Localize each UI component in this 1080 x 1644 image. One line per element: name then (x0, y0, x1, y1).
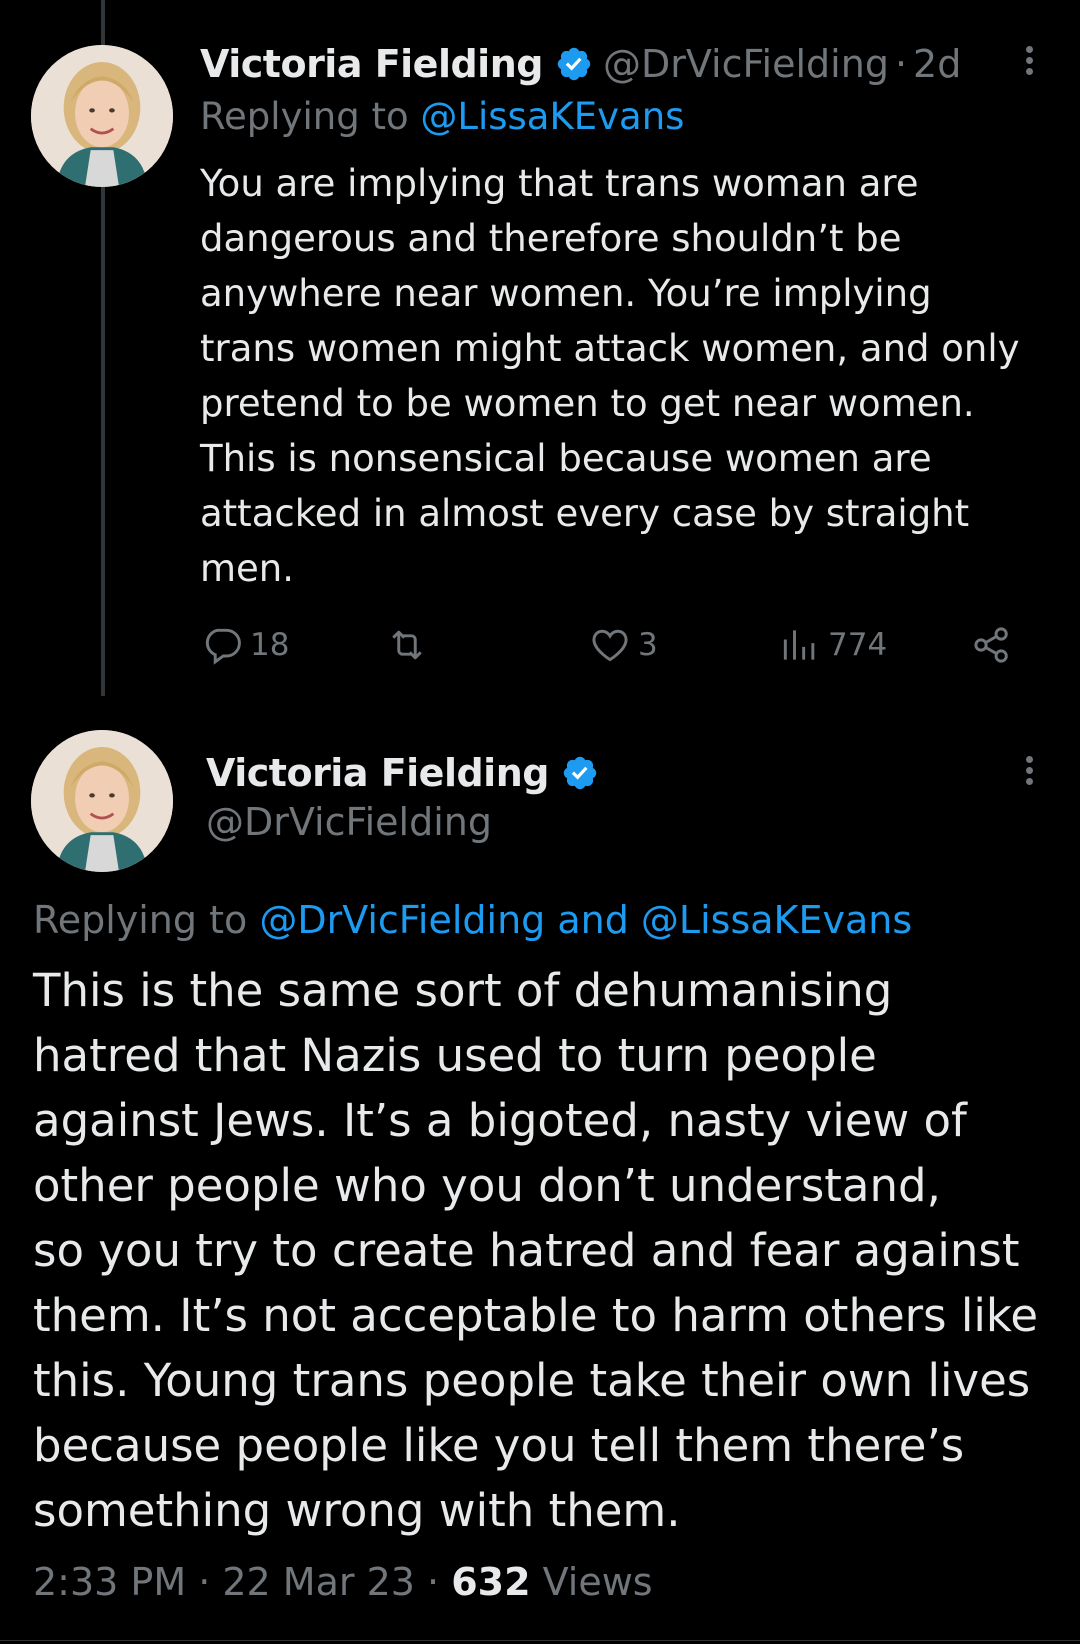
retweet-icon (392, 630, 422, 660)
reply-tweet-header: Victoria Fielding @DrVicFielding · 2d (200, 36, 970, 92)
author-name[interactable]: Victoria Fielding (200, 42, 543, 86)
divider (0, 1640, 1080, 1641)
more-options-icon[interactable] (1019, 42, 1039, 82)
author-name[interactable]: Victoria Fielding (206, 751, 549, 795)
tweet-metadata: 2:33 PM · 22 Mar 23 · 632 Views (33, 1560, 653, 1604)
replying-to-prefix: Replying to (33, 898, 260, 942)
replying-to-line: Replying to @LissaKEvans (200, 95, 684, 138)
analytics-icon (783, 630, 815, 660)
dot-separator: · (894, 42, 908, 86)
views-count[interactable]: 632 (451, 1560, 530, 1604)
like-button[interactable]: 3 (588, 618, 658, 672)
avatar-photo-icon (31, 45, 173, 187)
author-avatar[interactable] (31, 730, 173, 872)
retweet-button[interactable] (385, 618, 435, 672)
author-avatar[interactable] (31, 45, 173, 187)
reply-button[interactable]: 18 (200, 618, 289, 672)
dot-separator: · (186, 1560, 223, 1604)
views-label: Views (530, 1560, 653, 1604)
replying-to-link[interactable]: @DrVicFielding and @LissaKEvans (259, 898, 912, 942)
tweet-date[interactable]: 22 Mar 23 (222, 1560, 415, 1604)
main-tweet-author: Victoria Fielding (206, 746, 609, 800)
like-count: 3 (638, 627, 658, 663)
replying-to-line: Replying to @DrVicFielding and @LissaKEv… (33, 898, 912, 942)
replying-to-prefix: Replying to (200, 95, 421, 138)
reply-tweet-text: You are implying that trans woman are da… (200, 162, 1020, 590)
timestamp[interactable]: 2d (913, 42, 961, 86)
reply-count: 18 (250, 627, 290, 663)
author-handle[interactable]: @DrVicFielding (603, 42, 889, 86)
author-handle[interactable]: @DrVicFielding (206, 800, 492, 844)
dot-separator: · (414, 1560, 452, 1604)
share-button[interactable] (970, 618, 1014, 672)
replying-to-link[interactable]: @LissaKEvans (420, 95, 684, 138)
tweet-actions-bar: 18 3 774 (200, 618, 1020, 672)
view-count: 774 (828, 627, 888, 663)
share-icon (974, 627, 1008, 663)
reply-icon (205, 628, 241, 665)
main-tweet-text: This is the same sort of dehumanising ha… (33, 964, 1039, 1537)
heart-icon (592, 629, 628, 662)
more-options-icon[interactable] (1019, 752, 1039, 792)
avatar-photo-icon (31, 730, 173, 872)
verified-badge-icon (555, 45, 593, 83)
tweet-time[interactable]: 2:33 PM (33, 1560, 186, 1604)
verified-badge-icon (561, 754, 599, 792)
views-button[interactable]: 774 (778, 618, 887, 672)
